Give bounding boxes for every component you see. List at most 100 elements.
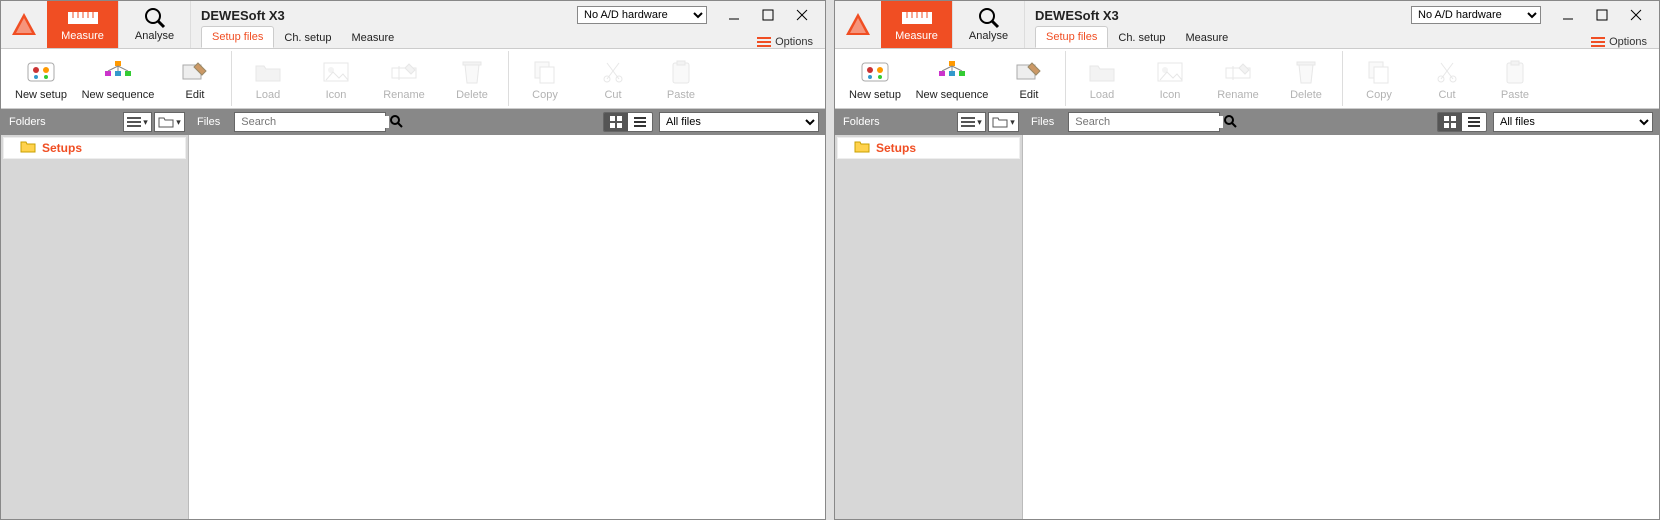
- cut-button[interactable]: Cut: [1413, 51, 1481, 106]
- folder-icon: [158, 116, 174, 128]
- search-field-wrap: [1068, 112, 1220, 132]
- list-icon: [961, 116, 975, 128]
- rename-icon: [1223, 57, 1253, 87]
- delete-button[interactable]: Delete: [438, 51, 506, 106]
- folder-tree: Setups: [835, 135, 1023, 519]
- search-field-wrap: [234, 112, 386, 132]
- folder-view-mode-button[interactable]: ▾: [957, 112, 986, 132]
- menu-icon: [1591, 36, 1605, 48]
- cut-button[interactable]: Cut: [579, 51, 647, 106]
- list-lines-icon: [1468, 116, 1480, 128]
- edit-button[interactable]: Edit: [161, 51, 229, 106]
- copy-icon: [532, 57, 558, 87]
- trash-icon: [460, 57, 484, 87]
- load-button[interactable]: Load: [234, 51, 302, 106]
- hardware-select[interactable]: No A/D hardware: [577, 6, 707, 24]
- rename-icon: [389, 57, 419, 87]
- new-setup-button[interactable]: New setup: [841, 51, 909, 106]
- minimize-button[interactable]: [717, 5, 751, 25]
- new-sequence-icon: [935, 57, 969, 87]
- grid-view-button[interactable]: [1438, 113, 1462, 131]
- icon-button[interactable]: Icon: [1136, 51, 1204, 106]
- tab-setup-files[interactable]: Setup files: [201, 26, 274, 48]
- search-icon[interactable]: [389, 114, 403, 131]
- close-button[interactable]: [785, 5, 819, 25]
- mode-analyse[interactable]: Analyse: [119, 1, 191, 48]
- minimize-button[interactable]: [1551, 5, 1585, 25]
- app-title: DEWESoft X3: [201, 8, 577, 23]
- options-button[interactable]: Options: [1585, 36, 1653, 48]
- folder-browse-button[interactable]: ▾: [988, 112, 1019, 132]
- new-setup-button[interactable]: New setup: [7, 51, 75, 106]
- scissors-icon: [1435, 57, 1459, 87]
- edit-icon: [1014, 57, 1044, 87]
- search-icon[interactable]: [1223, 114, 1237, 131]
- chevron-down-icon: ▾: [975, 117, 984, 128]
- tab-setup-files[interactable]: Setup files: [1035, 26, 1108, 48]
- rename-button[interactable]: Rename: [370, 51, 438, 106]
- image-icon: [1155, 57, 1185, 87]
- tab-measure[interactable]: Measure: [341, 28, 404, 48]
- list-view-button[interactable]: [1462, 113, 1486, 131]
- search-input[interactable]: [1069, 116, 1223, 128]
- options-button[interactable]: Options: [751, 36, 819, 48]
- files-pane: [1023, 135, 1659, 519]
- file-filter-select[interactable]: All files: [659, 112, 819, 132]
- maximize-button[interactable]: [1585, 5, 1619, 25]
- app-logo: [1, 1, 47, 48]
- load-button[interactable]: Load: [1068, 51, 1136, 106]
- files-pane: [189, 135, 825, 519]
- ruler-icon: [68, 8, 98, 28]
- close-button[interactable]: [1619, 5, 1653, 25]
- paste-button[interactable]: Paste: [647, 51, 715, 106]
- tree-item-label: Setups: [876, 141, 916, 155]
- file-filter-select[interactable]: All files: [1493, 112, 1653, 132]
- new-sequence-button[interactable]: New sequence: [75, 51, 161, 106]
- app-logo: [835, 1, 881, 48]
- folders-label: Folders: [1, 116, 54, 128]
- delete-button[interactable]: Delete: [1272, 51, 1340, 106]
- toolbar: New setup New sequence Edit Load Icon Re…: [1, 49, 825, 109]
- mode-measure[interactable]: Measure: [881, 1, 953, 48]
- mode-measure[interactable]: Measure: [47, 1, 119, 48]
- tab-ch-setup[interactable]: Ch. setup: [274, 28, 341, 48]
- mode-measure-label: Measure: [895, 30, 938, 42]
- files-label: Files: [1023, 116, 1062, 128]
- content: Setups: [835, 135, 1659, 519]
- paste-button[interactable]: Paste: [1481, 51, 1549, 106]
- titlebar: Measure Analyse DEWESoft X3 No A/D hardw…: [1, 1, 825, 49]
- folder-open-icon: [1087, 57, 1117, 87]
- options-label: Options: [1609, 36, 1647, 48]
- maximize-button[interactable]: [751, 5, 785, 25]
- folder-icon: [854, 140, 870, 156]
- mode-analyse[interactable]: Analyse: [953, 1, 1025, 48]
- titlebar: Measure Analyse DEWESoft X3 No A/D hardw…: [835, 1, 1659, 49]
- grid-icon: [1444, 116, 1456, 128]
- folder-view-mode-button[interactable]: ▾: [123, 112, 152, 132]
- edit-button[interactable]: Edit: [995, 51, 1063, 106]
- app-window-right: Measure Analyse DEWESoft X3 No A/D hardw…: [834, 0, 1660, 520]
- list-view-button[interactable]: [628, 113, 652, 131]
- rename-button[interactable]: Rename: [1204, 51, 1272, 106]
- content: Setups: [1, 135, 825, 519]
- folders-label: Folders: [835, 116, 888, 128]
- new-sequence-icon: [101, 57, 135, 87]
- copy-button[interactable]: Copy: [1345, 51, 1413, 106]
- tree-item-setups[interactable]: Setups: [837, 137, 1020, 159]
- hardware-select[interactable]: No A/D hardware: [1411, 6, 1541, 24]
- grid-view-button[interactable]: [604, 113, 628, 131]
- search-input[interactable]: [235, 116, 389, 128]
- tree-item-setups[interactable]: Setups: [3, 137, 186, 159]
- folder-browse-button[interactable]: ▾: [154, 112, 185, 132]
- icon-button[interactable]: Icon: [302, 51, 370, 106]
- tab-measure[interactable]: Measure: [1175, 28, 1238, 48]
- copy-button[interactable]: Copy: [511, 51, 579, 106]
- folder-open-icon: [253, 57, 283, 87]
- tree-item-label: Setups: [42, 141, 82, 155]
- new-sequence-button[interactable]: New sequence: [909, 51, 995, 106]
- magnifier-icon: [144, 8, 166, 28]
- mode-analyse-label: Analyse: [969, 30, 1008, 42]
- clipboard-icon: [669, 57, 693, 87]
- tab-ch-setup[interactable]: Ch. setup: [1108, 28, 1175, 48]
- filter-bar: Folders ▾ ▾ Files All files: [835, 109, 1659, 135]
